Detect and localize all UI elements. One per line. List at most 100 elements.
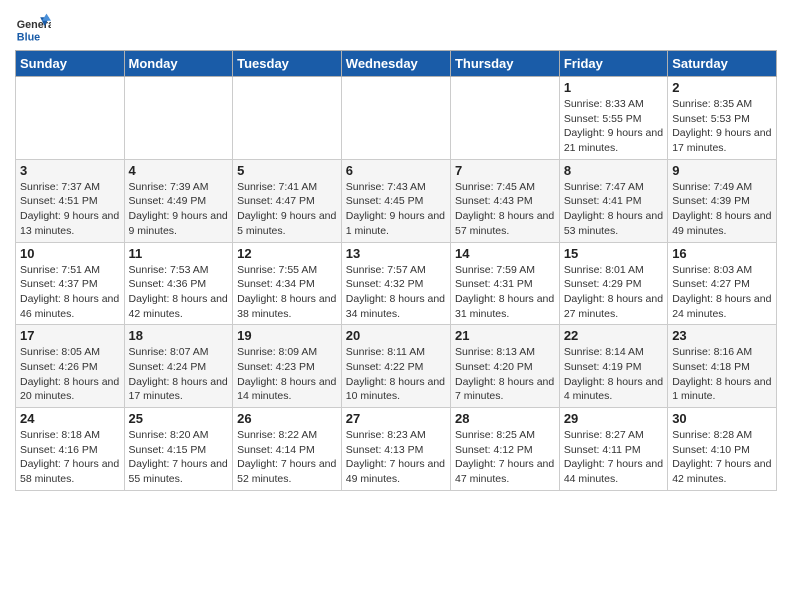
- calendar-cell: [341, 77, 450, 160]
- day-info: Sunrise: 8:25 AM Sunset: 4:12 PM Dayligh…: [455, 428, 555, 487]
- day-info: Sunrise: 8:07 AM Sunset: 4:24 PM Dayligh…: [129, 345, 229, 404]
- day-number: 2: [672, 80, 772, 95]
- weekday-header-tuesday: Tuesday: [233, 51, 342, 77]
- calendar-table: SundayMondayTuesdayWednesdayThursdayFrid…: [15, 50, 777, 491]
- calendar-cell: 17 Sunrise: 8:05 AM Sunset: 4:26 PM Dayli…: [16, 325, 125, 408]
- day-info: Sunrise: 7:37 AM Sunset: 4:51 PM Dayligh…: [20, 180, 120, 239]
- day-info: Sunrise: 8:01 AM Sunset: 4:29 PM Dayligh…: [564, 263, 663, 322]
- calendar-week-5: 24 Sunrise: 8:18 AM Sunset: 4:16 PM Dayli…: [16, 408, 777, 491]
- calendar-cell: 25Sunrise: 8:20 AM Sunset: 4:15 PM Dayli…: [124, 408, 233, 491]
- svg-text:Blue: Blue: [17, 32, 40, 44]
- day-info: Sunrise: 8:23 AM Sunset: 4:13 PM Dayligh…: [346, 428, 446, 487]
- calendar-cell: 16 Sunrise: 8:03 AM Sunset: 4:27 PM Dayli…: [668, 242, 777, 325]
- weekday-header-saturday: Saturday: [668, 51, 777, 77]
- day-number: 18: [129, 328, 229, 343]
- calendar-cell: 15 Sunrise: 8:01 AM Sunset: 4:29 PM Dayli…: [559, 242, 667, 325]
- calendar-cell: 23 Sunrise: 8:16 AM Sunset: 4:18 PM Dayli…: [668, 325, 777, 408]
- calendar-cell: 3 Sunrise: 7:37 AM Sunset: 4:51 PM Daylig…: [16, 159, 125, 242]
- calendar-cell: [450, 77, 559, 160]
- day-info: Sunrise: 7:57 AM Sunset: 4:32 PM Dayligh…: [346, 263, 446, 322]
- calendar-cell: 6 Sunrise: 7:43 AM Sunset: 4:45 PM Daylig…: [341, 159, 450, 242]
- day-number: 8: [564, 163, 663, 178]
- day-number: 13: [346, 246, 446, 261]
- calendar-cell: 20 Sunrise: 8:11 AM Sunset: 4:22 PM Dayli…: [341, 325, 450, 408]
- logo: General Blue: [15, 10, 55, 46]
- day-info: Sunrise: 8:11 AM Sunset: 4:22 PM Dayligh…: [346, 345, 446, 404]
- header: General Blue: [15, 10, 777, 46]
- calendar-week-4: 17 Sunrise: 8:05 AM Sunset: 4:26 PM Dayli…: [16, 325, 777, 408]
- day-number: 16: [672, 246, 772, 261]
- day-info: Sunrise: 7:43 AM Sunset: 4:45 PM Dayligh…: [346, 180, 446, 239]
- day-number: 23: [672, 328, 772, 343]
- day-number: 28: [455, 411, 555, 426]
- calendar-cell: 7 Sunrise: 7:45 AM Sunset: 4:43 PM Daylig…: [450, 159, 559, 242]
- day-info: Sunrise: 8:03 AM Sunset: 4:27 PM Dayligh…: [672, 263, 772, 322]
- calendar-cell: 29 Sunrise: 8:27 AM Sunset: 4:11 PM Dayli…: [559, 408, 667, 491]
- calendar-cell: 28 Sunrise: 8:25 AM Sunset: 4:12 PM Dayli…: [450, 408, 559, 491]
- day-number: 3: [20, 163, 120, 178]
- day-number: 11: [129, 246, 229, 261]
- day-number: 10: [20, 246, 120, 261]
- day-info: Sunrise: 8:27 AM Sunset: 4:11 PM Dayligh…: [564, 428, 663, 487]
- calendar-week-3: 10Sunrise: 7:51 AM Sunset: 4:37 PM Dayli…: [16, 242, 777, 325]
- day-info: Sunrise: 8:09 AM Sunset: 4:23 PM Dayligh…: [237, 345, 337, 404]
- day-info: Sunrise: 8:20 AM Sunset: 4:15 PM Dayligh…: [129, 428, 229, 487]
- day-info: Sunrise: 8:33 AM Sunset: 5:55 PM Dayligh…: [564, 97, 663, 156]
- day-number: 24: [20, 411, 120, 426]
- day-number: 19: [237, 328, 337, 343]
- day-info: Sunrise: 7:49 AM Sunset: 4:39 PM Dayligh…: [672, 180, 772, 239]
- calendar-week-1: 1 Sunrise: 8:33 AM Sunset: 5:55 PM Daylig…: [16, 77, 777, 160]
- weekday-header-friday: Friday: [559, 51, 667, 77]
- calendar-cell: 22 Sunrise: 8:14 AM Sunset: 4:19 PM Dayli…: [559, 325, 667, 408]
- day-info: Sunrise: 8:35 AM Sunset: 5:53 PM Dayligh…: [672, 97, 772, 156]
- day-info: Sunrise: 8:14 AM Sunset: 4:19 PM Dayligh…: [564, 345, 663, 404]
- day-number: 5: [237, 163, 337, 178]
- day-info: Sunrise: 8:18 AM Sunset: 4:16 PM Dayligh…: [20, 428, 120, 487]
- calendar-cell: 26 Sunrise: 8:22 AM Sunset: 4:14 PM Dayli…: [233, 408, 342, 491]
- day-number: 30: [672, 411, 772, 426]
- calendar-cell: [124, 77, 233, 160]
- calendar-cell: 8 Sunrise: 7:47 AM Sunset: 4:41 PM Daylig…: [559, 159, 667, 242]
- day-number: 4: [129, 163, 229, 178]
- calendar-cell: 21Sunrise: 8:13 AM Sunset: 4:20 PM Dayli…: [450, 325, 559, 408]
- day-number: 27: [346, 411, 446, 426]
- day-number: 6: [346, 163, 446, 178]
- calendar-cell: 30Sunrise: 8:28 AM Sunset: 4:10 PM Dayli…: [668, 408, 777, 491]
- weekday-header-wednesday: Wednesday: [341, 51, 450, 77]
- day-number: 14: [455, 246, 555, 261]
- calendar-cell: 27 Sunrise: 8:23 AM Sunset: 4:13 PM Dayli…: [341, 408, 450, 491]
- calendar-cell: 11 Sunrise: 7:53 AM Sunset: 4:36 PM Dayli…: [124, 242, 233, 325]
- day-number: 26: [237, 411, 337, 426]
- day-info: Sunrise: 7:47 AM Sunset: 4:41 PM Dayligh…: [564, 180, 663, 239]
- calendar-cell: 13 Sunrise: 7:57 AM Sunset: 4:32 PM Dayli…: [341, 242, 450, 325]
- day-info: Sunrise: 7:45 AM Sunset: 4:43 PM Dayligh…: [455, 180, 555, 239]
- day-number: 20: [346, 328, 446, 343]
- day-number: 7: [455, 163, 555, 178]
- calendar-cell: 24 Sunrise: 8:18 AM Sunset: 4:16 PM Dayli…: [16, 408, 125, 491]
- day-number: 1: [564, 80, 663, 95]
- day-info: Sunrise: 8:22 AM Sunset: 4:14 PM Dayligh…: [237, 428, 337, 487]
- logo-icon: General Blue: [15, 10, 51, 46]
- day-info: Sunrise: 8:16 AM Sunset: 4:18 PM Dayligh…: [672, 345, 772, 404]
- day-info: Sunrise: 7:59 AM Sunset: 4:31 PM Dayligh…: [455, 263, 555, 322]
- calendar-cell: 14 Sunrise: 7:59 AM Sunset: 4:31 PM Dayli…: [450, 242, 559, 325]
- calendar-cell: 5 Sunrise: 7:41 AM Sunset: 4:47 PM Daylig…: [233, 159, 342, 242]
- day-info: Sunrise: 7:39 AM Sunset: 4:49 PM Dayligh…: [129, 180, 229, 239]
- day-info: Sunrise: 8:13 AM Sunset: 4:20 PM Dayligh…: [455, 345, 555, 404]
- calendar-cell: 10Sunrise: 7:51 AM Sunset: 4:37 PM Dayli…: [16, 242, 125, 325]
- calendar-cell: 4 Sunrise: 7:39 AM Sunset: 4:49 PM Daylig…: [124, 159, 233, 242]
- day-number: 17: [20, 328, 120, 343]
- day-number: 29: [564, 411, 663, 426]
- day-info: Sunrise: 7:41 AM Sunset: 4:47 PM Dayligh…: [237, 180, 337, 239]
- day-number: 12: [237, 246, 337, 261]
- calendar-cell: 12Sunrise: 7:55 AM Sunset: 4:34 PM Dayli…: [233, 242, 342, 325]
- day-info: Sunrise: 7:53 AM Sunset: 4:36 PM Dayligh…: [129, 263, 229, 322]
- calendar-cell: 18 Sunrise: 8:07 AM Sunset: 4:24 PM Dayli…: [124, 325, 233, 408]
- day-number: 22: [564, 328, 663, 343]
- calendar-cell: 19 Sunrise: 8:09 AM Sunset: 4:23 PM Dayli…: [233, 325, 342, 408]
- day-info: Sunrise: 8:05 AM Sunset: 4:26 PM Dayligh…: [20, 345, 120, 404]
- calendar-week-2: 3 Sunrise: 7:37 AM Sunset: 4:51 PM Daylig…: [16, 159, 777, 242]
- weekday-header-sunday: Sunday: [16, 51, 125, 77]
- day-number: 15: [564, 246, 663, 261]
- calendar-cell: 2 Sunrise: 8:35 AM Sunset: 5:53 PM Daylig…: [668, 77, 777, 160]
